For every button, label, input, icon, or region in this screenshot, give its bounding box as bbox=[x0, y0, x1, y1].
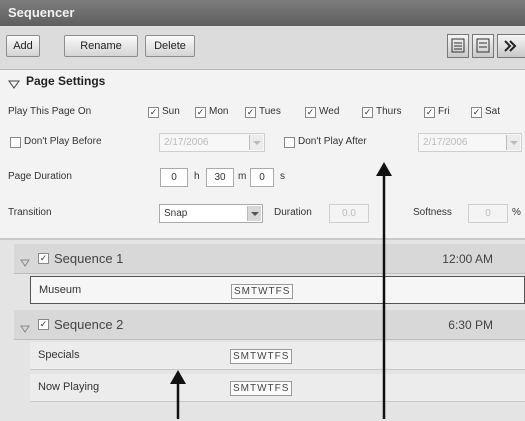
sequence-row[interactable]: ✓ Sequence 1 12:00 AM bbox=[14, 244, 525, 274]
day-label: Mon bbox=[209, 106, 229, 117]
page-row[interactable]: Museum SMTWTFS bbox=[30, 276, 525, 304]
up-arrow-icon bbox=[376, 162, 392, 419]
day-label: Wed bbox=[319, 106, 340, 117]
page-row[interactable]: Now Playing SMTWTFS bbox=[30, 374, 525, 402]
day-checkbox-fri[interactable]: ✓ bbox=[424, 107, 435, 118]
dont-play-after-label: Don't Play After bbox=[298, 136, 367, 147]
dont-play-before-label: Don't Play Before bbox=[24, 136, 102, 147]
softness-label: Softness bbox=[413, 207, 452, 218]
day-label: Thurs bbox=[376, 106, 402, 117]
up-arrow-icon bbox=[170, 370, 186, 419]
sequence-name: Sequence 2 bbox=[54, 317, 124, 332]
dont-play-before-value: 2/17/2006 bbox=[164, 137, 209, 148]
sequence-name: Sequence 1 bbox=[54, 251, 124, 266]
sequence-time: 6:30 PM bbox=[448, 318, 493, 332]
page-duration-label: Page Duration bbox=[8, 171, 72, 182]
delete-button[interactable]: Delete bbox=[145, 35, 195, 57]
duration-seconds-input[interactable]: 0 bbox=[250, 168, 274, 187]
transition-duration-input[interactable]: 0.0 bbox=[329, 204, 369, 223]
sequence-time: 12:00 AM bbox=[442, 252, 493, 266]
sequence-list: ✓ Sequence 1 12:00 AM Museum SMTWTFS ✓ S… bbox=[0, 238, 525, 421]
collapse-triangle-icon[interactable] bbox=[20, 320, 30, 338]
collapse-triangle-icon[interactable] bbox=[8, 77, 20, 95]
rename-button[interactable]: Rename bbox=[64, 35, 138, 57]
day-checkbox-thurs[interactable]: ✓ bbox=[362, 107, 373, 118]
page-settings-panel: Page Settings Play This Page On ✓ Sun ✓ Mon… bbox=[0, 70, 525, 238]
dont-play-before-checkbox[interactable] bbox=[10, 137, 21, 148]
softness-unit: % bbox=[512, 207, 521, 218]
page-row[interactable]: Specials SMTWTFS bbox=[30, 342, 525, 370]
minutes-unit: m bbox=[238, 171, 247, 182]
list-view-icon[interactable] bbox=[447, 34, 469, 58]
day-checkbox-mon[interactable]: ✓ bbox=[195, 107, 206, 118]
transition-duration-label: Duration bbox=[274, 207, 312, 218]
day-label: Sat bbox=[485, 106, 501, 117]
day-checkbox-sat[interactable]: ✓ bbox=[471, 107, 482, 118]
page-name: Museum bbox=[39, 284, 82, 296]
transition-value: Snap bbox=[164, 208, 188, 219]
softness-input[interactable]: 0 bbox=[468, 204, 508, 223]
page-days: SMTWTFS bbox=[230, 349, 293, 364]
page-days: SMTWTFS bbox=[231, 284, 294, 299]
dont-play-after-date[interactable]: 2/17/2006 bbox=[418, 133, 522, 152]
chevron-down-icon bbox=[247, 206, 261, 221]
day-label: Tues bbox=[259, 106, 281, 117]
play-on-label: Play This Page On bbox=[8, 106, 92, 117]
duration-hours-input[interactable]: 0 bbox=[160, 168, 188, 187]
sequence-enable-checkbox[interactable]: ✓ bbox=[38, 253, 49, 264]
dont-play-before-date[interactable]: 2/17/2006 bbox=[159, 133, 265, 152]
window-title: Sequencer bbox=[0, 0, 525, 26]
transition-select[interactable]: Snap bbox=[159, 204, 263, 223]
chevron-down-icon bbox=[249, 135, 263, 150]
expand-right-icon[interactable] bbox=[497, 34, 525, 58]
dont-play-after-value: 2/17/2006 bbox=[423, 137, 468, 148]
page-days: SMTWTFS bbox=[230, 381, 293, 396]
seconds-unit: s bbox=[280, 171, 285, 182]
transition-label: Transition bbox=[8, 207, 52, 218]
add-button[interactable]: Add bbox=[6, 35, 40, 57]
hours-unit: h bbox=[194, 171, 200, 182]
day-checkbox-tues[interactable]: ✓ bbox=[245, 107, 256, 118]
page-name: Specials bbox=[38, 349, 80, 361]
day-label: Fri bbox=[438, 106, 450, 117]
day-label: Sun bbox=[162, 106, 180, 117]
chevron-down-icon bbox=[506, 135, 520, 150]
dont-play-after-checkbox[interactable] bbox=[284, 137, 295, 148]
day-checkbox-wed[interactable]: ✓ bbox=[305, 107, 316, 118]
collapse-triangle-icon[interactable] bbox=[20, 254, 30, 272]
day-checkbox-sun[interactable]: ✓ bbox=[148, 107, 159, 118]
duration-minutes-input[interactable]: 30 bbox=[206, 168, 234, 187]
sequence-row[interactable]: ✓ Sequence 2 6:30 PM bbox=[14, 310, 525, 340]
detail-view-icon[interactable] bbox=[472, 34, 494, 58]
sequence-enable-checkbox[interactable]: ✓ bbox=[38, 319, 49, 330]
page-name: Now Playing bbox=[38, 381, 100, 393]
page-settings-heading: Page Settings bbox=[26, 74, 106, 88]
toolbar: Add Rename Delete bbox=[0, 26, 525, 70]
